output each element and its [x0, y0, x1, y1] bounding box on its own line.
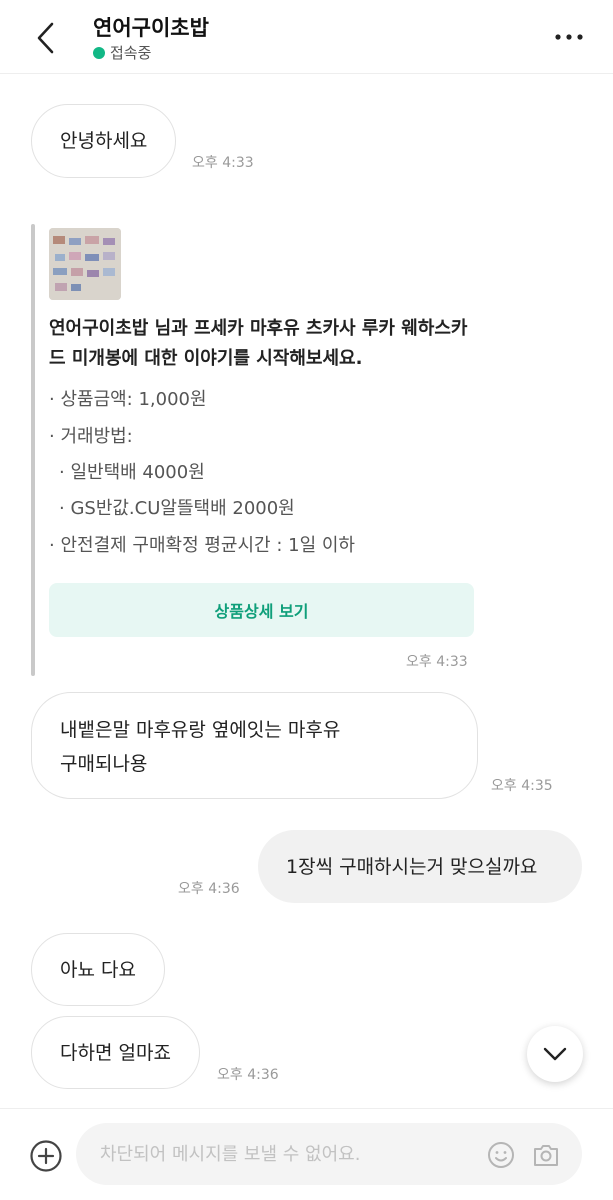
product-image	[49, 228, 121, 300]
card-title: 연어구이초밥 님과 프세카 마후유 츠카사 루카 웨하스카드 미개봉에 대한 이…	[49, 318, 468, 369]
received-message: 다하면 얼마죠	[31, 1016, 200, 1089]
card-safe-pay: · 안전결제 구매확정 평균시간 : 1일 이하	[49, 535, 355, 556]
message-text: 내뱉은말 마후유랑 옆에잇는 마후유	[60, 719, 341, 741]
message-text: 1장씩 구매하시는거 맞으실까요	[286, 855, 538, 878]
chevron-down-icon	[543, 1047, 567, 1061]
add-attachment-button[interactable]	[28, 1138, 64, 1174]
card-accent-bar	[31, 224, 35, 676]
message-text: 구매되나용	[60, 753, 148, 775]
online-status: 접속중	[93, 42, 151, 63]
scroll-to-bottom-button[interactable]	[527, 1026, 583, 1082]
card-price: · 상품금액: 1,000원	[49, 389, 207, 410]
sent-message: 1장씩 구매하시는거 맞으실까요	[258, 830, 582, 903]
message-text: 안녕하세요	[60, 130, 148, 152]
received-message: 내뱉은말 마후유랑 옆에잇는 마후유 구매되나용	[31, 692, 478, 799]
emoji-button[interactable]	[486, 1140, 516, 1170]
message-time: 오후 4:33	[192, 155, 254, 171]
online-dot-icon	[93, 46, 105, 59]
card-trade-method-label: · 거래방법:	[49, 426, 133, 447]
chat-header: 연어구이초밥 접속중	[0, 0, 613, 74]
card-trade-method-item: · GS반값.CU알뜰택배 2000원	[59, 498, 295, 519]
message-text: 아뇨 다요	[60, 958, 136, 981]
more-button[interactable]	[549, 22, 589, 52]
message-time: 오후 4:36	[217, 1067, 279, 1083]
more-dots-icon	[555, 34, 583, 40]
plus-circle-icon	[30, 1140, 62, 1172]
card-trade-method-item: · 일반택배 4000원	[59, 462, 205, 483]
chat-partner-name: 연어구이초밥	[93, 16, 209, 40]
back-button[interactable]	[28, 16, 64, 60]
smiley-icon	[488, 1142, 514, 1168]
online-status-label: 접속중	[110, 44, 152, 62]
message-time: 오후 4:33	[406, 654, 468, 670]
received-message: 안녕하세요	[31, 104, 177, 178]
camera-button[interactable]	[531, 1140, 561, 1170]
camera-icon	[534, 1145, 558, 1166]
chevron-left-icon	[37, 22, 54, 54]
received-message: 아뇨 다요	[31, 933, 165, 1006]
message-time: 오후 4:36	[178, 881, 240, 897]
product-thumbnail[interactable]	[49, 228, 121, 300]
product-detail-button[interactable]: 상품상세 보기	[49, 583, 474, 637]
message-time: 오후 4:35	[491, 778, 553, 794]
message-text: 다하면 얼마죠	[60, 1041, 171, 1064]
